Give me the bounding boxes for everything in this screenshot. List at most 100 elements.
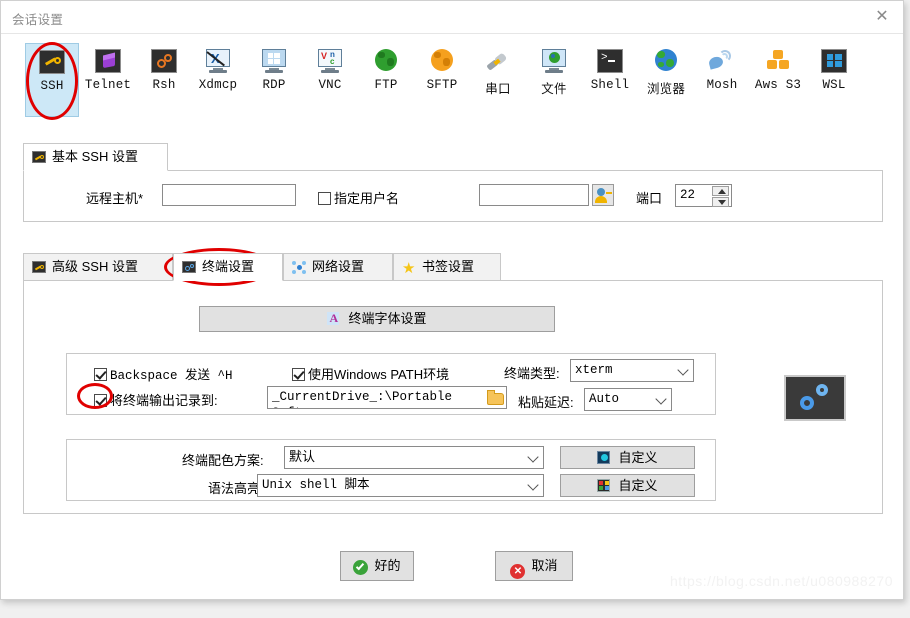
settings-tabstrip: 高级 SSH 设置 终端设置 网络设置 ★ 书签设置 (23, 253, 883, 281)
session-settings-window: 会话设置 ✕ SSH Telnet Rsh Xdmcp RDP V n c VN… (0, 0, 904, 600)
ok-button[interactable]: 好的 (340, 551, 414, 581)
protocol-label: Mosh (706, 78, 738, 92)
checkbox-box (318, 192, 331, 205)
color-scheme-customize-button[interactable]: 自定义 (560, 446, 695, 469)
windows-logo-icon (820, 49, 848, 75)
log-path-value: _CurrentDrive_:\Portable Softwa (272, 390, 453, 408)
cancel-button[interactable]: ✕ 取消 (495, 551, 573, 581)
gears-icon (784, 375, 846, 421)
protocol-label: RDP (262, 78, 286, 92)
protocol-ftp[interactable]: FTP (359, 43, 413, 117)
tab-label: 基本 SSH 设置 (52, 149, 138, 164)
key-icon (38, 50, 66, 76)
check-circle-icon (353, 559, 369, 575)
port-stepper[interactable]: 22 (675, 184, 732, 207)
protocol-label: FTP (374, 78, 398, 92)
tab-label: 终端设置 (202, 259, 255, 274)
remote-host-label: 远程主机* (86, 191, 144, 206)
paste-delay-label: 粘贴延迟: (518, 395, 574, 410)
file-monitor-icon (540, 49, 568, 75)
protocol-toolbar: SSH Telnet Rsh Xdmcp RDP V n c VNC FTP S… (1, 34, 903, 126)
basic-ssh-panel: 远程主机* 指定用户名 端口 22 (23, 170, 883, 222)
title-bar: 会话设置 ✕ (1, 1, 903, 34)
protocol-ssh[interactable]: SSH (25, 43, 79, 117)
folder-icon[interactable] (487, 390, 505, 406)
cube-icon (94, 49, 122, 75)
protocol-telnet[interactable]: Telnet (81, 43, 135, 117)
protocol-label: SFTP (426, 78, 458, 92)
specify-username-checkbox[interactable]: 指定用户名 (318, 188, 399, 208)
protocol-label: VNC (318, 78, 342, 92)
remote-host-input[interactable] (162, 184, 296, 206)
color-scheme-select[interactable]: 默认 (284, 446, 544, 469)
star-icon: ★ (402, 260, 416, 277)
port-label: 端口 (636, 191, 663, 206)
protocol-label: Telnet (84, 78, 132, 92)
protocol-aws-s3[interactable]: Aws S3 (751, 43, 805, 117)
backspace-checkbox[interactable]: Backspace 发送 ^H (94, 364, 233, 384)
protocol-label: SSH (40, 79, 64, 93)
vnc-monitor-icon: V n c (316, 49, 344, 75)
protocol-file[interactable]: 文件 (527, 43, 581, 117)
port-increment-button[interactable] (712, 186, 729, 196)
log-path-input[interactable]: _CurrentDrive_:\Portable Softwa (267, 386, 507, 409)
button-label: 好的 (374, 558, 401, 573)
tab-label: 书签设置 (422, 259, 475, 274)
orange-globe-icon (428, 49, 456, 75)
protocol-rdp[interactable]: RDP (247, 43, 301, 117)
terminal-type-select[interactable]: xterm (570, 359, 694, 382)
xdmcp-icon: X (204, 49, 232, 75)
key-icon (32, 150, 47, 163)
color-scheme-value: 默认 (289, 449, 316, 464)
color-scheme-label: 终端配色方案: (182, 453, 264, 468)
close-icon[interactable]: ✕ (869, 5, 895, 29)
protocol-browser[interactable]: 浏览器 (639, 43, 693, 117)
terminal-font-settings-button[interactable]: A 终端字体设置 (199, 306, 555, 332)
protocol-label: Xdmcp (198, 78, 238, 92)
button-label: 自定义 (618, 450, 658, 465)
checkbox-label: 将终端输出记录到: (110, 393, 218, 408)
protocol-label: 浏览器 (646, 82, 686, 96)
aws-cubes-icon (764, 49, 792, 75)
port-decrement-button[interactable] (712, 197, 729, 207)
tab-terminal-settings[interactable]: 终端设置 (173, 253, 283, 281)
tab-advanced-ssh[interactable]: 高级 SSH 设置 (23, 253, 173, 281)
protocol-label: Aws S3 (754, 78, 802, 92)
syntax-highlight-label: 语法高亮: (208, 481, 264, 496)
user-key-icon[interactable] (592, 184, 614, 206)
green-globe-icon (372, 49, 400, 75)
syntax-highlight-value: Unix shell 脚本 (262, 478, 370, 492)
checkbox-label: Backspace 发送 ^H (110, 369, 233, 383)
paste-delay-select[interactable]: Auto (584, 388, 672, 411)
protocol-rsh[interactable]: Rsh (137, 43, 191, 117)
paste-delay-value: Auto (589, 392, 620, 406)
network-icon (292, 260, 307, 274)
protocol-wsl[interactable]: WSL (807, 43, 861, 117)
button-label: 取消 (531, 558, 558, 573)
protocol-serial[interactable]: 串口 (471, 43, 525, 117)
tab-bookmark-settings[interactable]: ★ 书签设置 (393, 253, 501, 281)
gears-icon (150, 49, 178, 75)
checkbox-box (94, 394, 107, 407)
protocol-mosh[interactable]: Mosh (695, 43, 749, 117)
tab-network-settings[interactable]: 网络设置 (283, 253, 393, 281)
protocol-vnc[interactable]: V n c VNC (303, 43, 357, 117)
username-input[interactable] (479, 184, 589, 206)
shell-prompt-icon: > (596, 49, 624, 75)
watermark: https://blog.csdn.net/u080988270 (669, 573, 893, 589)
protocol-sftp[interactable]: SFTP (415, 43, 469, 117)
protocol-label: 串口 (485, 82, 511, 96)
checkbox-box (94, 368, 107, 381)
syntax-highlight-select[interactable]: Unix shell 脚本 (257, 474, 544, 497)
tab-basic-ssh[interactable]: 基本 SSH 设置 (23, 143, 168, 171)
syntax-highlight-customize-button[interactable]: 自定义 (560, 474, 695, 497)
log-output-checkbox[interactable]: 将终端输出记录到: (94, 390, 218, 410)
serial-plug-icon (484, 49, 512, 75)
button-label: 自定义 (618, 478, 658, 493)
button-label: 终端字体设置 (348, 311, 427, 326)
protocol-shell[interactable]: > Shell (583, 43, 637, 117)
protocol-xdmcp[interactable]: X Xdmcp (191, 43, 245, 117)
font-a-icon: A (327, 311, 340, 325)
windows-path-checkbox[interactable]: 使用Windows PATH环境 (292, 364, 449, 384)
terminal-type-label: 终端类型: (504, 366, 560, 381)
